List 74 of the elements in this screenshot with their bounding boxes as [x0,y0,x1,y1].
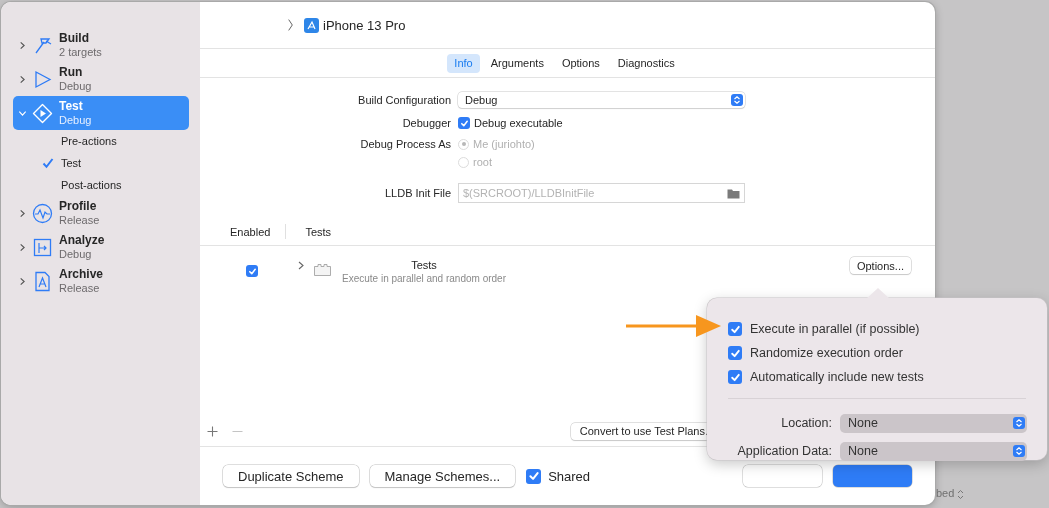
checkbox-label: Execute in parallel (if possible) [750,322,920,336]
manage-schemes-button[interactable]: Manage Schemes... [369,465,516,487]
item-subtitle: Debug [59,79,92,93]
chevron-icon[interactable] [18,242,27,252]
item-subtitle: Release [59,213,100,227]
options-button[interactable]: Options... [849,257,911,274]
chevron-icon [286,18,295,32]
sidebar-item[interactable]: Build 2 targets [13,28,189,62]
item-subtitle: Debug [59,113,92,127]
sidebar-item[interactable]: Analyze Debug [13,230,189,264]
column-header[interactable]: Enabled [230,225,271,238]
field-label: Debug Process As [359,138,451,150]
item-subtitle: Release [59,281,101,295]
chevron-icon[interactable] [18,208,27,218]
folder-icon [314,264,331,276]
field-label: Build Configuration [357,94,451,106]
tab[interactable]: Options [554,53,607,73]
radio-label: root [473,156,492,168]
checkbox-label: Debug executable [474,117,563,129]
radio-label: Me (juriohto) [473,138,535,150]
stepper-icon [957,489,964,500]
item-title: Test [59,99,84,113]
tab[interactable]: Arguments [483,53,551,73]
item-subtitle: 2 targets [59,45,102,59]
folder-icon[interactable] [727,187,740,199]
item-title: Run [59,65,84,79]
checkbox-label: Shared [548,468,591,484]
sub-item[interactable]: Pre-actions [61,135,117,147]
checkbox-label: Randomize execution order [750,346,903,360]
stepper-icon [1013,417,1025,429]
stepper-icon [1013,445,1025,457]
add-icon[interactable] [207,425,218,437]
select-label: Application Data: [736,444,832,458]
checkbox[interactable] [458,117,470,129]
field-label: Debugger [401,117,451,129]
checkbox[interactable] [728,346,742,360]
waveform-icon [32,202,53,224]
stepper-icon [731,94,743,106]
field-label: LLDB Init File [383,187,451,199]
checkbox[interactable] [728,322,742,336]
device-name[interactable]: iPhone 13 Pro [323,17,406,33]
checkbox[interactable] [526,468,542,484]
item-title: Profile [59,199,98,213]
chevron-icon[interactable] [18,40,27,50]
app-icon [304,17,319,33]
select-field[interactable]: None [840,413,1027,433]
sub-item[interactable]: Post-actions [61,179,122,191]
document-icon [32,270,53,292]
item-title: Archive [59,267,104,281]
diamond-play-icon [32,102,53,124]
test-name: Tests [411,258,437,272]
tab[interactable]: Diagnostics [610,53,682,73]
duplicate-scheme-button[interactable]: Duplicate Scheme [223,465,359,487]
checkbox[interactable] [728,370,742,384]
play-icon [32,68,53,90]
background-text: bed [936,487,955,499]
sub-item[interactable]: Test [61,157,82,169]
checkbox-label: Automatically include new tests [750,370,924,384]
checkbox[interactable] [246,265,258,277]
chevron-icon[interactable] [18,276,27,286]
select-label: Location: [780,416,832,430]
chevron-icon[interactable] [297,261,305,270]
build-configuration-select[interactable]: Debug [458,92,745,108]
sidebar-item[interactable]: Profile Release [13,196,189,230]
analyze-icon [32,236,53,258]
sidebar-item[interactable]: Archive Release [13,264,189,298]
item-subtitle: Debug [59,247,93,261]
sidebar-item[interactable]: Run Debug [13,62,189,96]
test-description: Execute in parallel and random order [342,272,506,286]
chevron-icon[interactable] [18,74,27,84]
item-title: Analyze [59,233,105,247]
select-field[interactable]: None [840,441,1027,461]
item-title: Build [59,31,90,45]
column-header[interactable]: Tests [305,225,332,238]
